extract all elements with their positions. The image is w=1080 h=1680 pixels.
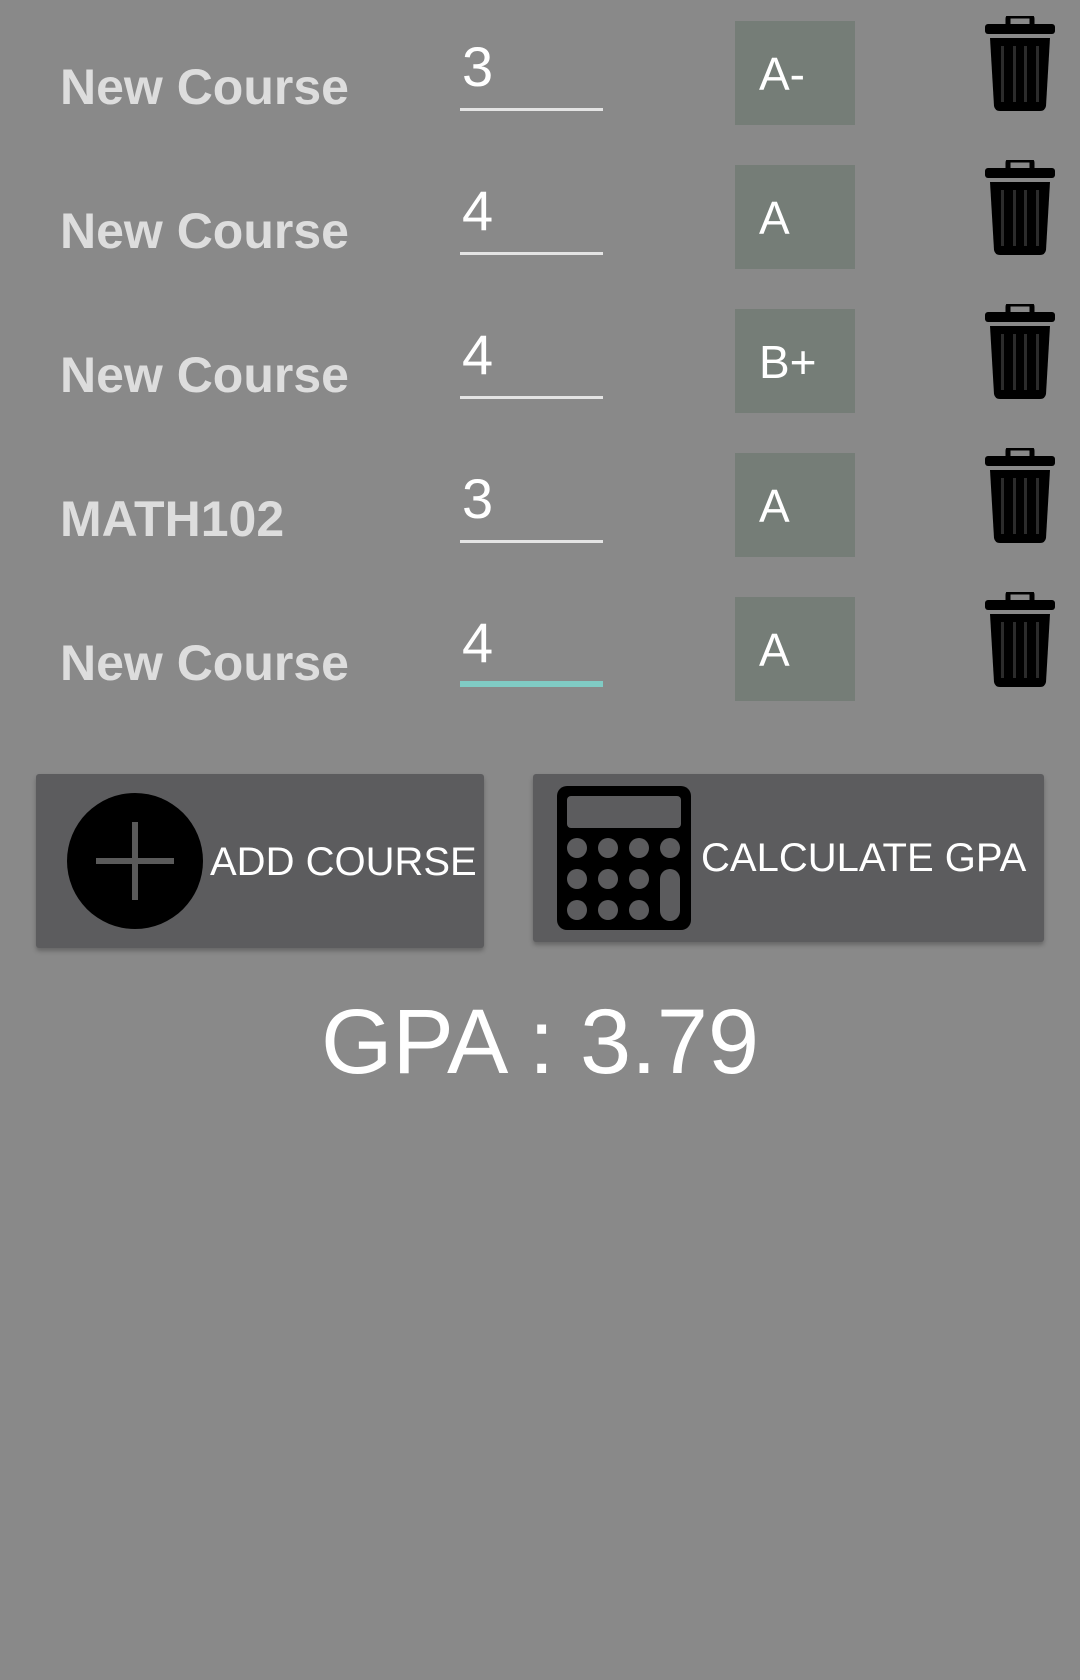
credits-value: 4	[462, 323, 494, 386]
grade-value: A-	[759, 48, 805, 100]
credits-input[interactable]: 4	[460, 598, 603, 687]
trash-icon	[985, 160, 1055, 255]
delete-course-button[interactable]	[983, 160, 1057, 255]
course-name[interactable]: MATH102	[60, 490, 284, 548]
delete-course-button[interactable]	[983, 448, 1057, 543]
add-course-label: ADD COURSE	[210, 840, 477, 884]
grade-select[interactable]: A	[735, 165, 855, 269]
credits-input[interactable]: 3	[460, 454, 603, 543]
grade-value: A	[759, 480, 790, 532]
grade-value: A	[759, 192, 790, 244]
trash-icon	[985, 592, 1055, 687]
course-row: New Course 3 A-	[0, 0, 1080, 144]
course-row: New Course 4 A	[0, 144, 1080, 288]
credits-value: 4	[462, 179, 494, 242]
trash-icon	[985, 304, 1055, 399]
credits-input[interactable]: 4	[460, 166, 603, 255]
plus-circle-icon	[67, 793, 203, 929]
trash-icon	[985, 16, 1055, 111]
grade-value: A	[759, 624, 790, 676]
course-name[interactable]: New Course	[60, 346, 349, 404]
course-row: New Course 4 A	[0, 576, 1080, 720]
gpa-result: GPA : 3.79	[320, 991, 760, 1093]
delete-course-button[interactable]	[983, 592, 1057, 687]
grade-select[interactable]: B+	[735, 309, 855, 413]
credits-value: 4	[462, 611, 494, 674]
course-name[interactable]: New Course	[60, 58, 349, 116]
grade-value: B+	[759, 336, 817, 388]
delete-course-button[interactable]	[983, 304, 1057, 399]
calculator-icon	[557, 786, 691, 930]
grade-select[interactable]: A	[735, 453, 855, 557]
course-name[interactable]: New Course	[60, 202, 349, 260]
calculate-gpa-label: CALCULATE GPA	[701, 836, 1027, 880]
credits-value: 3	[462, 35, 494, 98]
course-row: MATH102 3 A	[0, 432, 1080, 576]
trash-icon	[985, 448, 1055, 543]
course-name[interactable]: New Course	[60, 634, 349, 692]
grade-select[interactable]: A-	[735, 21, 855, 125]
add-course-button[interactable]: ADD COURSE	[36, 774, 484, 948]
credits-value: 3	[462, 467, 494, 530]
calculate-gpa-button[interactable]: CALCULATE GPA	[533, 774, 1044, 942]
credits-input[interactable]: 4	[460, 310, 603, 399]
credits-input[interactable]: 3	[460, 22, 603, 111]
course-row: New Course 4 B+	[0, 288, 1080, 432]
grade-select[interactable]: A	[735, 597, 855, 701]
delete-course-button[interactable]	[983, 16, 1057, 111]
